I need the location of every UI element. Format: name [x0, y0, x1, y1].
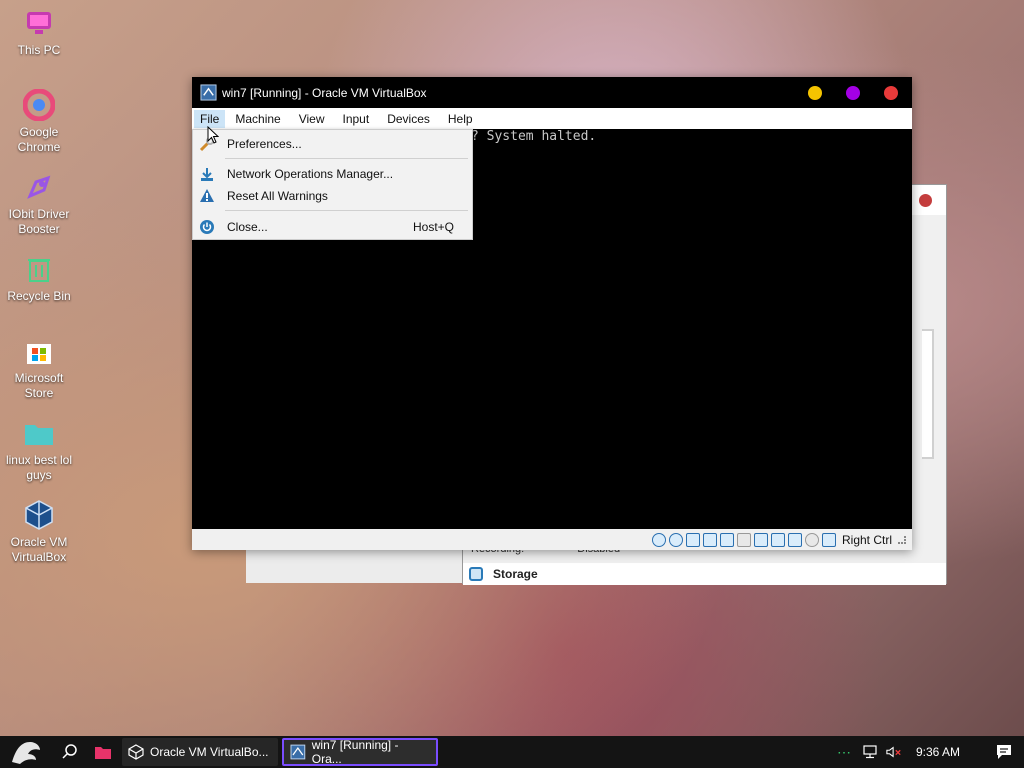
storage-section-header[interactable]: Storage [463, 563, 946, 585]
maximize-button[interactable] [846, 86, 860, 100]
clock[interactable]: 9:36 AM [916, 745, 960, 759]
menu-view[interactable]: View [299, 112, 333, 126]
desktop-icon-label: Microsoft Store [14, 371, 64, 400]
storage-label: Storage [493, 567, 538, 581]
recycle-bin-icon [22, 252, 56, 286]
power-icon [199, 219, 215, 235]
menu-item-preferences[interactable]: Preferences... [193, 133, 472, 155]
menu-machine[interactable]: Machine [235, 112, 288, 126]
display-icon[interactable] [753, 532, 768, 547]
folder-icon [95, 747, 111, 759]
file-explorer-button[interactable] [88, 736, 118, 768]
storage-icon [469, 567, 483, 581]
desktop-icon-folder[interactable]: linux best lol guys [4, 416, 74, 483]
desktop-icon-driver-booster[interactable]: IObit Driver Booster [4, 170, 74, 237]
desktop-icon-store[interactable]: Microsoft Store [4, 334, 74, 401]
menu-input[interactable]: Input [343, 112, 378, 126]
notification-center-button[interactable] [984, 736, 1024, 768]
virtualbox-icon [128, 744, 144, 760]
taskbar-item-win7-running[interactable]: win7 [Running] - Ora... [282, 738, 438, 766]
menu-item-label: Preferences... [227, 137, 302, 151]
usb-icon[interactable] [719, 532, 734, 547]
system-tray: ⋯ 9:36 AM [837, 736, 1024, 768]
menu-item-label: Network Operations Manager... [227, 167, 394, 181]
menu-item-shortcut: Host+Q [412, 220, 454, 234]
start-button[interactable] [0, 736, 52, 768]
taskbar-item-virtualbox-manager[interactable]: Oracle VM VirtualBo... [122, 738, 278, 766]
desktop-icon-label: linux best lol guys [5, 453, 73, 482]
console-output: ? System halted. [471, 129, 597, 144]
hard-disk-icon[interactable] [651, 532, 666, 547]
window-title: win7 [Running] - Oracle VM VirtualBox [222, 85, 427, 100]
minimize-button[interactable] [808, 86, 822, 100]
vm-status-bar: Right Ctrl [192, 529, 912, 550]
warning-icon [199, 188, 215, 204]
search-icon [62, 744, 77, 759]
audio-icon[interactable] [685, 532, 700, 547]
mouse-integration-icon[interactable] [804, 532, 819, 547]
menu-item-close[interactable]: Close... Host+Q [193, 216, 472, 238]
cpu-icon[interactable] [787, 532, 802, 547]
file-menu-dropdown: Preferences... Network Operations Manage… [192, 129, 473, 240]
menu-help[interactable]: Help [448, 112, 481, 126]
preview-panel [922, 329, 934, 459]
search-button[interactable] [52, 736, 88, 768]
menu-separator [225, 210, 468, 211]
folder-icon [22, 416, 56, 450]
close-button[interactable] [884, 86, 898, 100]
virtualbox-icon [200, 84, 217, 101]
host-key-label[interactable]: Right Ctrl [842, 533, 892, 547]
taskbar-item-label: Oracle VM VirtualBo... [150, 745, 269, 759]
background-window-panel [246, 548, 462, 583]
window-controls [808, 86, 898, 100]
vm-window-titlebar[interactable]: win7 [Running] - Oracle VM VirtualBox [192, 77, 912, 108]
recording-icon[interactable] [770, 532, 785, 547]
desktop-icon-label: Oracle VM VirtualBox [10, 535, 68, 564]
menu-devices[interactable]: Devices [387, 112, 438, 126]
desktop-icon-virtualbox[interactable]: Oracle VM VirtualBox [4, 498, 74, 565]
menu-item-reset-all-warnings[interactable]: Reset All Warnings [193, 185, 472, 207]
virtualbox-icon [22, 498, 56, 532]
menu-item-label: Close... [227, 220, 268, 234]
desktop-icon-chrome[interactable]: Google Chrome [4, 88, 74, 155]
virtualbox-vm-icon [290, 744, 306, 760]
menu-file[interactable]: File [194, 109, 226, 128]
taskbar: Oracle VM VirtualBo... win7 [Running] - … [0, 736, 1024, 768]
desktop-icon-label: Google Chrome [17, 125, 61, 154]
notification-icon [997, 745, 1011, 759]
desktop-icon-label: IObit Driver Booster [8, 207, 70, 236]
overflow-icon[interactable]: ⋯ [837, 744, 852, 761]
volume-muted-icon[interactable] [886, 744, 902, 760]
keyboard-capture-icon[interactable] [821, 532, 836, 547]
driver-booster-icon [22, 170, 56, 204]
download-icon [199, 166, 215, 182]
desktop-icon-label: This PC [17, 43, 61, 57]
chrome-icon [22, 88, 56, 122]
network-icon[interactable] [862, 744, 878, 760]
this-pc-icon [22, 6, 56, 40]
menu-bar: File Machine View Input Devices Help [192, 108, 912, 129]
store-icon [22, 334, 56, 368]
resize-grip[interactable] [898, 535, 906, 544]
network-icon[interactable] [702, 532, 717, 547]
menu-item-label: Reset All Warnings [227, 189, 328, 203]
menu-separator [225, 158, 468, 159]
mouse-cursor-icon [207, 126, 219, 144]
desktop-icon-label: Recycle Bin [7, 289, 71, 303]
close-icon[interactable] [919, 194, 932, 207]
optical-drive-icon[interactable] [668, 532, 683, 547]
shared-folders-icon[interactable] [736, 532, 751, 547]
menu-item-network-operations-manager[interactable]: Network Operations Manager... [193, 163, 472, 185]
dragon-start-icon [12, 742, 40, 764]
desktop-icon-this-pc[interactable]: This PC [4, 6, 74, 58]
taskbar-item-label: win7 [Running] - Ora... [311, 738, 399, 766]
desktop-icon-recycle-bin[interactable]: Recycle Bin [4, 252, 74, 304]
